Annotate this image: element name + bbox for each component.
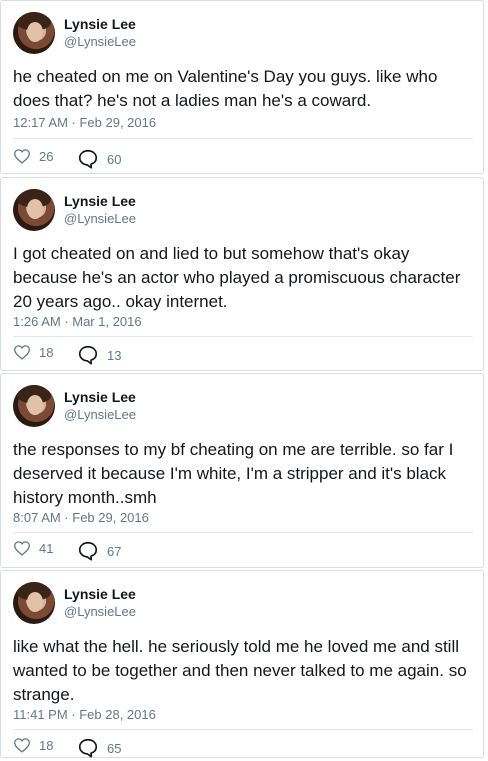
like-button[interactable]: 26 [13, 148, 53, 164]
user-handle[interactable]: @LynsieLee [64, 407, 136, 422]
reply-bubble-icon [78, 738, 98, 758]
heart-icon [14, 738, 30, 753]
tweet-text: I got cheated on and lied to but somehow… [13, 244, 461, 311]
like-count: 41 [39, 540, 54, 556]
avatar[interactable] [13, 189, 55, 231]
reply-button[interactable]: 60 [77, 148, 121, 170]
reply-count: 13 [107, 347, 122, 363]
tweet-card[interactable]: Lynsie Lee @LynsieLee he cheated on me o… [0, 0, 484, 174]
tweet-timestamp[interactable]: 12:17 AM · Feb 29, 2016 [13, 115, 156, 130]
avatar[interactable] [13, 582, 55, 624]
user-handle[interactable]: @LynsieLee [64, 34, 136, 49]
like-count: 26 [39, 148, 54, 164]
tweet-timestamp[interactable]: 8:07 AM · Feb 29, 2016 [13, 510, 149, 525]
tweet-timestamp[interactable]: 11:41 PM · Feb 28, 2016 [13, 707, 156, 722]
tweet-text: he cheated on me on Valentine's Day you … [13, 67, 438, 110]
heart-icon [14, 149, 30, 164]
heart-icon [14, 345, 30, 360]
avatar[interactable] [13, 12, 55, 54]
reply-button[interactable]: 67 [77, 540, 121, 562]
tweet-card[interactable]: Lynsie Lee @LynsieLee I got cheated on a… [0, 177, 484, 371]
like-count: 18 [39, 344, 54, 360]
avatar[interactable] [13, 385, 55, 427]
reply-count: 67 [107, 543, 122, 559]
reply-count: 65 [107, 740, 122, 756]
tweet-card[interactable]: Lynsie Lee @LynsieLee like what the hell… [0, 570, 484, 758]
display-name[interactable]: Lynsie Lee [64, 586, 136, 602]
user-handle[interactable]: @LynsieLee [64, 604, 136, 619]
like-button[interactable]: 18 [13, 737, 53, 753]
like-button[interactable]: 18 [13, 344, 53, 360]
like-button[interactable]: 41 [13, 540, 53, 556]
display-name[interactable]: Lynsie Lee [64, 389, 136, 405]
heart-icon [14, 541, 30, 556]
reply-button[interactable]: 65 [77, 737, 121, 759]
divider [13, 532, 473, 533]
tweet-feed: Lynsie Lee @LynsieLee he cheated on me o… [0, 0, 488, 758]
like-count: 18 [39, 737, 54, 753]
reply-button[interactable]: 13 [77, 344, 121, 366]
reply-bubble-icon [78, 149, 98, 169]
tweet-text: like what the hell. he seriously told me… [13, 637, 467, 704]
display-name[interactable]: Lynsie Lee [64, 16, 136, 32]
divider [13, 138, 473, 139]
tweet-text: the responses to my bf cheating on me ar… [13, 440, 454, 507]
reply-count: 60 [107, 151, 122, 167]
tweet-timestamp[interactable]: 1:26 AM · Mar 1, 2016 [13, 314, 142, 329]
divider [13, 336, 473, 337]
reply-bubble-icon [78, 541, 98, 561]
user-handle[interactable]: @LynsieLee [64, 211, 136, 226]
tweet-card[interactable]: Lynsie Lee @LynsieLee the responses to m… [0, 373, 484, 568]
divider [13, 729, 473, 730]
display-name[interactable]: Lynsie Lee [64, 193, 136, 209]
reply-bubble-icon [78, 345, 98, 365]
